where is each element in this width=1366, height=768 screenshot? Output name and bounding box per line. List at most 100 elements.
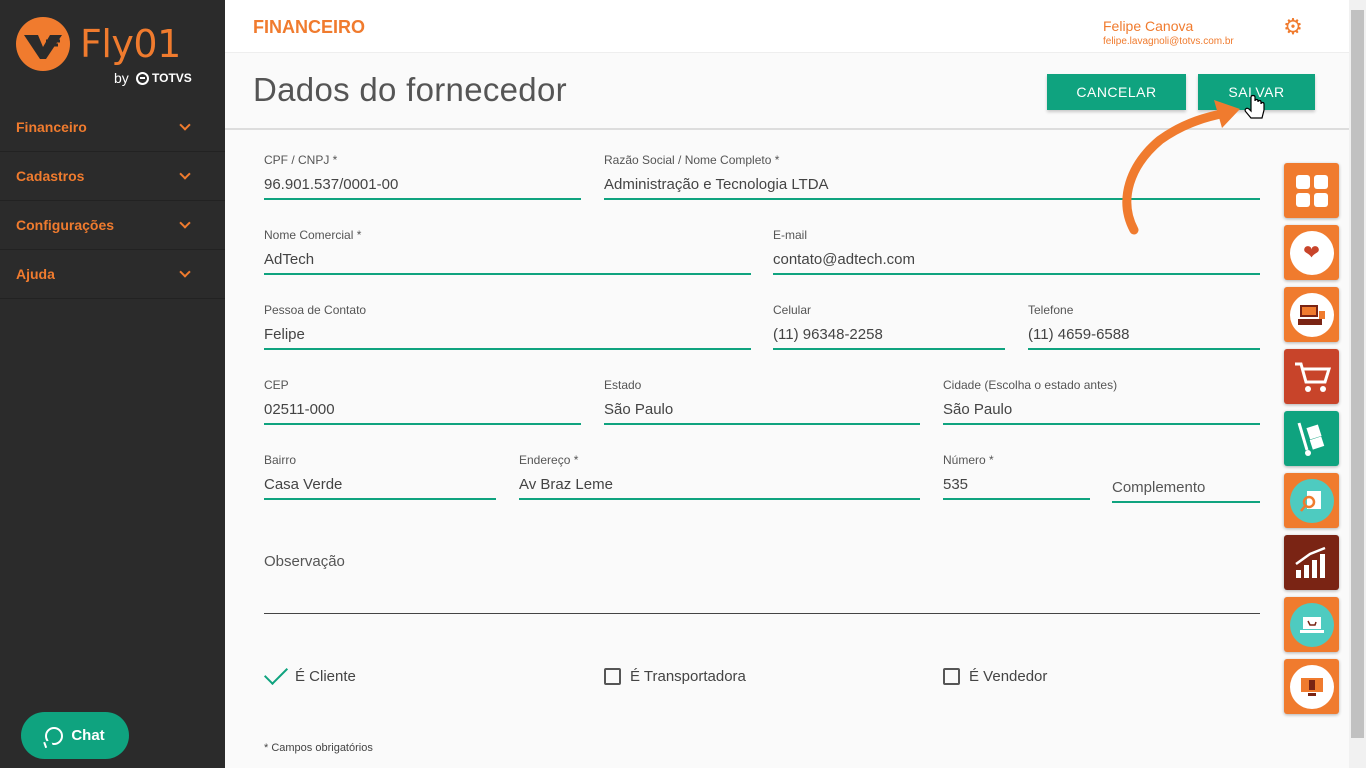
app-cart[interactable] — [1284, 349, 1339, 404]
field-label: Nome Comercial * — [264, 228, 362, 242]
endereco-input[interactable]: Av Braz Leme — [519, 470, 920, 500]
razao-social-input[interactable]: Administração e Tecnologia LTDA — [604, 170, 1260, 200]
user-email: felipe.lavagnoli@totvs.com.br — [1103, 36, 1234, 47]
numero-input[interactable]: 535 — [943, 470, 1090, 500]
totvs-label: TOTVS — [152, 71, 192, 85]
totvs-icon — [136, 71, 149, 85]
email-field[interactable]: E-mail contato@adtech.com — [773, 228, 1260, 275]
cancel-button[interactable]: CANCELAR — [1047, 74, 1186, 110]
sidebar-item-label: Cadastros — [16, 168, 85, 184]
app-health[interactable]: ❤ — [1284, 225, 1339, 280]
cpf-cnpj-input[interactable]: 96.901.537/0001-00 — [264, 170, 581, 200]
sidebar-item-cadastros[interactable]: Cadastros — [0, 152, 225, 201]
field-label: Razão Social / Nome Completo * — [604, 153, 780, 167]
field-label: Cidade (Escolha o estado antes) — [943, 378, 1118, 392]
fly01-logo[interactable]: Fly01 by TOTVS — [16, 16, 196, 90]
cpf-cnpj-field[interactable]: CPF / CNPJ * 96.901.537/0001-00 — [264, 153, 581, 200]
brand-by: by — [114, 70, 129, 86]
field-label: Bairro — [264, 453, 297, 467]
scrollbar[interactable] — [1349, 0, 1366, 768]
pos-terminal-icon — [1289, 292, 1334, 337]
cidade-field[interactable]: Cidade (Escolha o estado antes) São Paul… — [943, 378, 1260, 425]
app-logistics[interactable] — [1284, 411, 1339, 466]
sidebar-item-financeiro[interactable]: Financeiro — [0, 103, 225, 152]
field-label: Número * — [943, 453, 994, 467]
vendedor-checkbox[interactable]: É Vendedor — [943, 668, 1047, 685]
app-dashboard[interactable] — [1284, 163, 1339, 218]
chevron-down-icon — [179, 119, 191, 131]
app-invoice[interactable] — [1284, 659, 1339, 714]
celular-field[interactable]: Celular (11) 96348-2258 — [773, 303, 1005, 350]
chat-button[interactable]: Chat — [21, 712, 129, 759]
cep-field[interactable]: CEP 02511-000 — [264, 378, 581, 425]
brand-name: Fly01 — [80, 22, 181, 66]
checkbox-label: É Transportadora — [630, 668, 746, 685]
sidebar-item-label: Configurações — [16, 217, 115, 233]
estado-field[interactable]: Estado São Paulo — [604, 378, 920, 425]
chevron-down-icon — [179, 266, 191, 278]
nome-comercial-input[interactable]: AdTech — [264, 245, 751, 275]
cliente-checkbox[interactable]: É Cliente — [263, 660, 356, 685]
razao-social-field[interactable]: Razão Social / Nome Completo * Administr… — [604, 153, 1260, 200]
heart-health-icon: ❤ — [1289, 230, 1334, 275]
field-label: Celular — [773, 303, 812, 317]
bairro-field[interactable]: Bairro Casa Verde — [264, 453, 496, 500]
complemento-field[interactable]: Complemento — [1112, 470, 1260, 503]
complemento-input[interactable]: Complemento — [1112, 470, 1260, 503]
page-title: Dados do fornecedor — [253, 71, 567, 108]
field-label: Estado — [604, 378, 642, 392]
user-name[interactable]: Felipe Canova — [1103, 18, 1193, 34]
app-pos[interactable] — [1284, 287, 1339, 342]
numero-field[interactable]: Número * 535 — [943, 453, 1090, 500]
app-launcher: ❤ — [1284, 163, 1339, 721]
growth-chart-icon — [1294, 546, 1325, 578]
field-label: E-mail — [773, 228, 808, 242]
checkbox-label: É Cliente — [295, 668, 356, 685]
chat-label: Chat — [71, 727, 105, 744]
required-note: * Campos obrigatórios — [264, 742, 373, 754]
scrollbar-thumb[interactable] — [1351, 10, 1364, 738]
field-label: Endereço * — [519, 453, 579, 467]
hand-truck-icon — [1297, 422, 1324, 456]
report-search-icon — [1289, 478, 1334, 523]
sidebar-item-configuracoes[interactable]: Configurações — [0, 201, 225, 250]
telefone-field[interactable]: Telefone (11) 4659-6588 — [1028, 303, 1260, 350]
app-growth[interactable] — [1284, 535, 1339, 590]
bairro-input[interactable]: Casa Verde — [264, 470, 496, 500]
chevron-down-icon — [179, 217, 191, 229]
checkmark-icon — [263, 660, 289, 685]
app-reports[interactable] — [1284, 473, 1339, 528]
page-header: Dados do fornecedor CANCELAR SALVAR — [225, 53, 1349, 130]
shopping-cart-icon — [1294, 362, 1331, 392]
cep-input[interactable]: 02511-000 — [264, 395, 581, 425]
checkbox-label: É Vendedor — [969, 668, 1048, 685]
sidebar: Fly01 by TOTVS Financeiro Cadastros Conf… — [0, 0, 225, 768]
supplier-form: CPF / CNPJ * 96.901.537/0001-00 Razão So… — [225, 130, 1349, 768]
celular-input[interactable]: (11) 96348-2258 — [773, 320, 1005, 350]
sidebar-item-label: Ajuda — [16, 266, 55, 282]
observacao-placeholder: Observação — [264, 553, 345, 570]
cidade-select[interactable]: São Paulo — [943, 395, 1260, 425]
telefone-input[interactable]: (11) 4659-6588 — [1028, 320, 1260, 350]
estado-select[interactable]: São Paulo — [604, 395, 920, 425]
checkbox-box — [604, 668, 621, 685]
app-ecommerce[interactable] — [1284, 597, 1339, 652]
field-label: CPF / CNPJ * — [264, 153, 338, 167]
field-label: Pessoa de Contato — [264, 303, 367, 317]
field-label: CEP — [264, 378, 289, 392]
chevron-down-icon — [179, 168, 191, 180]
endereco-field[interactable]: Endereço * Av Braz Leme — [519, 453, 920, 500]
observacao-field[interactable]: Observação — [264, 550, 1260, 614]
transportadora-checkbox[interactable]: É Transportadora — [604, 668, 746, 685]
module-title: FINANCEIRO — [253, 17, 365, 37]
email-input[interactable]: contato@adtech.com — [773, 245, 1260, 275]
nome-comercial-field[interactable]: Nome Comercial * AdTech — [264, 228, 751, 275]
top-bar: FINANCEIRO Felipe Canova felipe.lavagnol… — [225, 0, 1349, 53]
sidebar-item-label: Financeiro — [16, 119, 87, 135]
sidebar-item-ajuda[interactable]: Ajuda — [0, 250, 225, 299]
save-button[interactable]: SALVAR — [1198, 74, 1315, 110]
gear-icon[interactable]: ⚙ — [1283, 16, 1303, 38]
pessoa-contato-field[interactable]: Pessoa de Contato Felipe — [264, 303, 751, 350]
pessoa-contato-input[interactable]: Felipe — [264, 320, 751, 350]
totvs-brand: TOTVS — [136, 71, 192, 85]
